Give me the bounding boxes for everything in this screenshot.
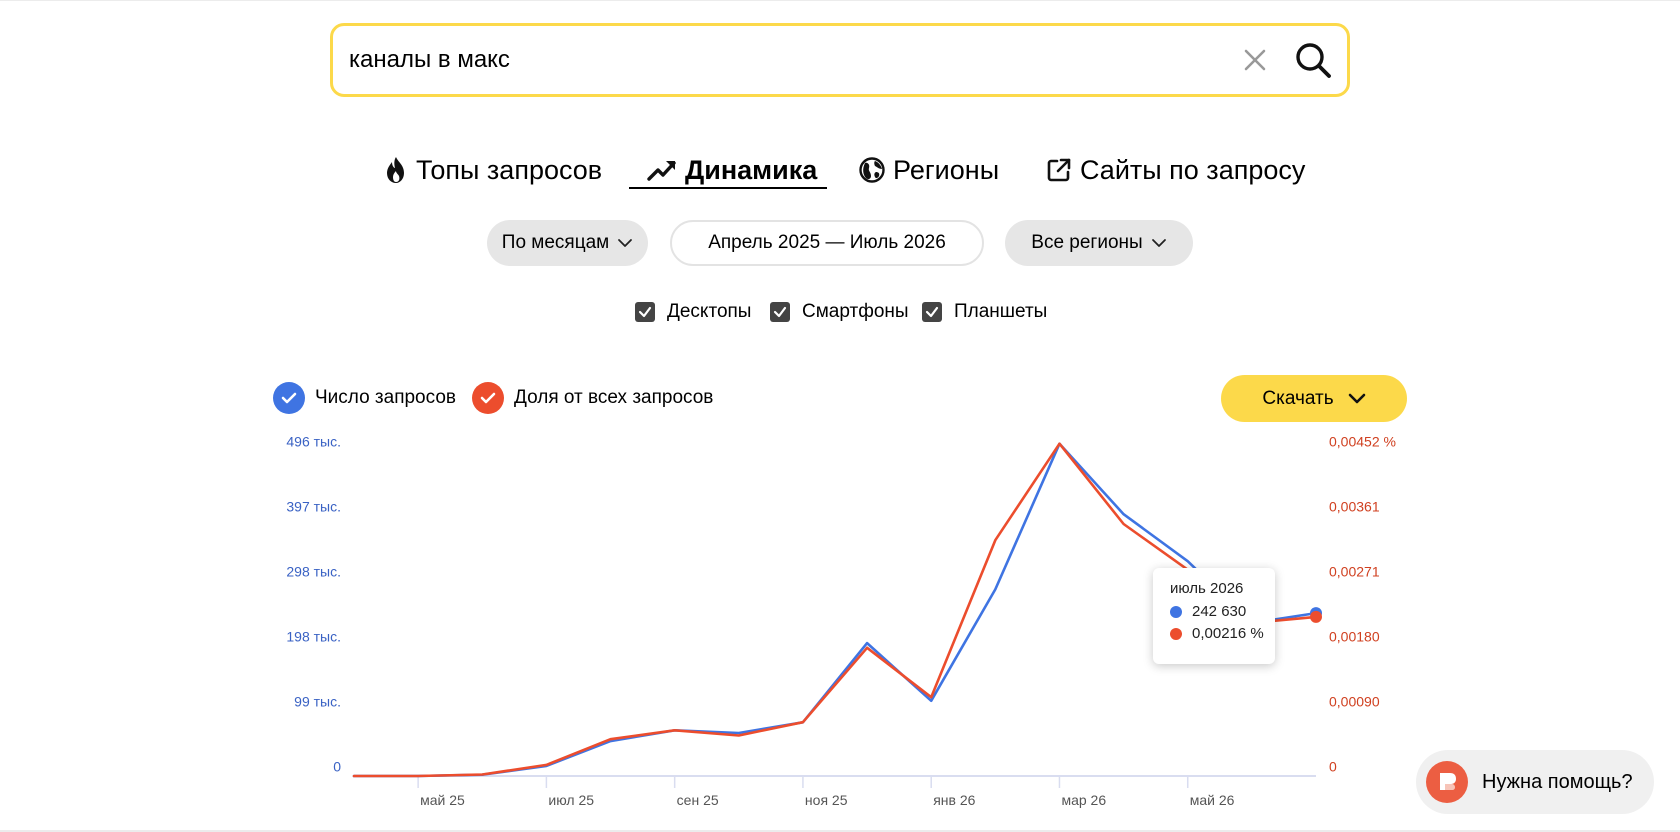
tab-dynamics-label: Динамика <box>685 154 818 185</box>
search-input[interactable] <box>349 26 1199 94</box>
download-label: Скачать <box>1262 387 1334 409</box>
legend-query-share-label: Доля от всех запросов <box>514 387 714 408</box>
tooltip-row-share: 0,00216 % <box>1170 625 1275 642</box>
period-label: По месяцам <box>501 232 610 253</box>
left-axis-tick-label: 99 тыс. <box>294 694 341 710</box>
x-axis-tick-label: ноя 25 <box>805 792 848 808</box>
chevron-down-icon <box>1151 239 1166 247</box>
chevron-down-icon <box>1348 393 1365 403</box>
x-axis-tick-label: май 26 <box>1190 792 1235 808</box>
region-label: Все регионы <box>1031 232 1143 253</box>
region-dropdown[interactable]: Все регионы <box>1005 220 1193 266</box>
tab-top-queries[interactable]: Топы запросов <box>384 150 602 190</box>
chat-icon <box>1426 761 1468 803</box>
top-divider <box>0 0 1680 1</box>
left-axis-tick-label: 397 тыс. <box>286 499 341 515</box>
date-range-picker[interactable]: Апрель 2025 — Июль 2026 <box>670 220 984 266</box>
tab-regions[interactable]: Регионы <box>859 150 999 190</box>
chevron-down-icon <box>618 239 633 247</box>
check-circle-icon <box>273 382 305 414</box>
right-axis-tick-label: 0,00090 <box>1329 694 1380 710</box>
tab-top-queries-label: Топы запросов <box>416 154 603 185</box>
series-point-1 <box>1310 607 1322 620</box>
chart-tooltip: июль 2026 242 630 0,00216 % <box>1153 568 1275 664</box>
checkbox-desktops[interactable]: Десктопы <box>635 300 751 324</box>
checkbox-desktops-label: Десктопы <box>667 301 752 322</box>
legend-query-share[interactable]: Доля от всех запросов <box>472 382 713 414</box>
fire-icon <box>387 157 404 183</box>
right-axis-tick-label: 0,00361 <box>1329 499 1380 515</box>
check-circle-icon <box>472 382 504 414</box>
tooltip-title: июль 2026 <box>1170 580 1244 597</box>
download-button[interactable]: Скачать <box>1221 375 1407 422</box>
tab-sites-label: Сайты по запросу <box>1080 154 1306 185</box>
line-chart: 496 тыс. 397 тыс. 298 тыс. 198 тыс. 99 тыс. 0… <box>286 434 1396 808</box>
tab-sites[interactable]: Сайты по запросу <box>1046 150 1305 190</box>
tab-dynamics[interactable]: Динамика <box>647 150 817 190</box>
x-axis-tick-label: сен 25 <box>677 792 719 808</box>
left-axis-tick-label: 198 тыс. <box>286 629 341 645</box>
checkbox-smartphones[interactable]: Смартфоны <box>770 300 909 324</box>
left-axis-tick-label: 496 тыс. <box>286 434 341 450</box>
globe-icon <box>859 157 885 183</box>
x-axis-tick-label: июл 25 <box>548 792 594 808</box>
search-box <box>330 23 1350 97</box>
left-axis-tick-label: 298 тыс. <box>286 564 341 580</box>
series-dot-icon <box>1170 627 1182 640</box>
checkbox-smartphones-label: Смартфоны <box>802 301 909 322</box>
series-dot-icon <box>1170 605 1182 618</box>
right-axis-tick-label: 0 <box>1329 759 1337 775</box>
tooltip-value-share: 0,00216 % <box>1192 625 1264 642</box>
help-label: Нужна помощь? <box>1482 770 1633 793</box>
period-dropdown[interactable]: По месяцам <box>487 220 648 266</box>
help-button[interactable]: Нужна помощь? <box>1416 750 1654 814</box>
right-axis-tick-label: 0,00271 <box>1329 564 1380 580</box>
search-button[interactable] <box>1293 40 1333 80</box>
checkbox-checked-icon <box>922 302 942 322</box>
legend-query-count-label: Число запросов <box>315 387 456 408</box>
close-icon <box>1244 49 1266 71</box>
search-icon <box>1296 43 1331 78</box>
right-axis-tick-label: 0,00452 % <box>1329 434 1396 450</box>
x-axis-tick-label: янв 26 <box>933 792 975 808</box>
date-range-label: Апрель 2025 — Июль 2026 <box>708 232 946 253</box>
right-axis-tick-label: 0,00180 <box>1329 629 1380 645</box>
x-axis-tick-label: мар 26 <box>1061 792 1106 808</box>
trend-up-icon <box>647 161 676 181</box>
tab-bar: Топы запросов Динамика Регионы Сайты по … <box>0 150 1680 196</box>
legend-query-count[interactable]: Число запросов <box>273 382 456 414</box>
tooltip-value-count: 242 630 <box>1192 603 1247 620</box>
checkbox-tablets[interactable]: Планшеты <box>922 300 1047 324</box>
x-axis-tick-label: май 25 <box>420 792 465 808</box>
tab-regions-label: Регионы <box>893 154 1000 185</box>
external-link-icon <box>1047 158 1071 182</box>
tooltip-row-count: 242 630 <box>1170 603 1275 620</box>
clear-button[interactable] <box>1237 42 1273 78</box>
checkbox-checked-icon <box>635 302 655 322</box>
active-tab-underline <box>629 187 827 189</box>
left-axis-tick-label: 0 <box>333 759 341 775</box>
checkbox-tablets-label: Планшеты <box>954 301 1048 322</box>
series-point-2 <box>1310 610 1322 623</box>
checkbox-checked-icon <box>770 302 790 322</box>
